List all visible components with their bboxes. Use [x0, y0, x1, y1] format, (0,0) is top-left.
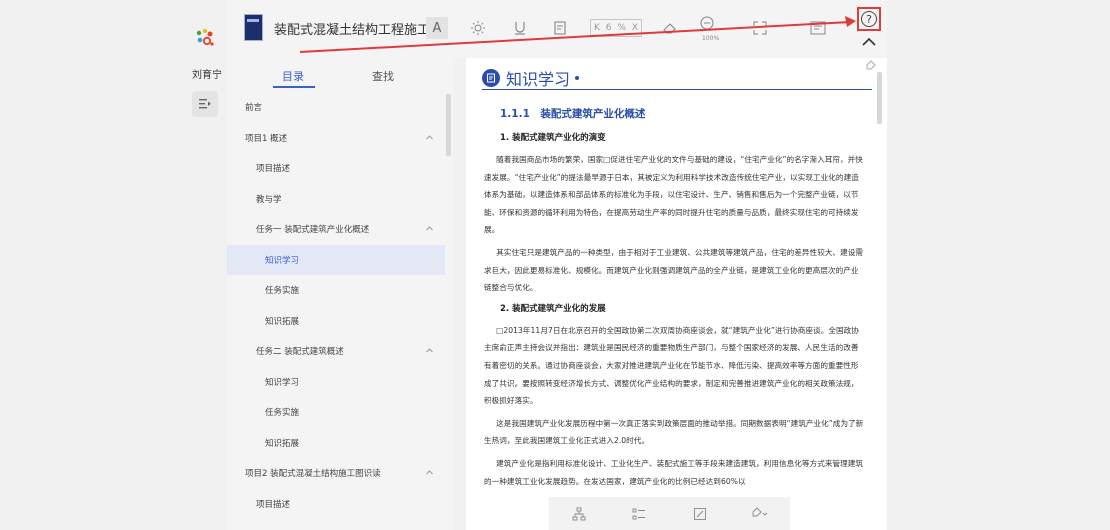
brightness-button[interactable] — [467, 17, 489, 39]
chevron-up-icon[interactable] — [426, 469, 433, 476]
toc-item-label: 任务二 装配式建筑概述 — [256, 347, 344, 358]
toc-item[interactable]: 项目描述 — [227, 153, 445, 184]
mindmap-icon — [572, 507, 586, 520]
help-button[interactable]: ? — [857, 7, 881, 31]
toc-list: 前言 项目1 概述 项目描述 教与学 任务一 装配式建筑产业化概述 知识学习 任务实施 知识拓… — [227, 92, 445, 519]
toc-item-label: 项目描述 — [256, 499, 291, 510]
article: 1.1.1 装配式建筑产业化概述 1. 装配式建筑产业化的演变 随着我国商品市场… — [484, 102, 864, 495]
page-percent: % — [617, 23, 626, 33]
banner-rule — [482, 89, 872, 90]
toc-item-label: 项目1 概述 — [245, 133, 288, 144]
toc-item-label: 教与学 — [256, 194, 282, 205]
toc-tabs: 目录 查找 — [227, 58, 453, 92]
username: 刘育宁 — [192, 70, 222, 81]
chevron-up-icon[interactable] — [426, 347, 433, 354]
toc-item-label: 任务实施 — [265, 408, 300, 419]
toc-item[interactable]: 知识拓展 — [227, 428, 445, 459]
toc-item-label: 任务实施 — [265, 286, 300, 297]
tag-icon — [752, 506, 768, 516]
paragraph: 这是我国建筑产业化发展历程中第一次真正落实到政策层面的推动举措。同期数据表明“建… — [484, 418, 864, 446]
toc-item[interactable]: 项目1 概述 — [227, 123, 445, 154]
fullscreen-icon — [753, 21, 767, 35]
paragraph: 随着我国商品市场的繁荣，国家□促进住宅产业化的文件与基础的建设，“住宅产业化”的… — [484, 155, 863, 235]
top-toolbar: 装配式混凝土结构工程施工 A K 6 % X 100% — [227, 0, 887, 58]
toc-item-label: 知识学习 — [265, 255, 300, 266]
reading-pane: 知识学习 1.1.1 装配式建筑产业化概述 1. 装配式建筑产业化的演变 随着我… — [466, 58, 887, 530]
help-icon: ? — [861, 11, 877, 27]
toc-scrollbar[interactable] — [446, 94, 451, 156]
underline-button[interactable] — [509, 17, 531, 39]
toc-item[interactable]: 任务实施 — [227, 397, 445, 428]
mindmap-button[interactable] — [570, 505, 588, 523]
toc-item-label: 前言 — [245, 103, 263, 114]
toc-item[interactable]: 知识学习 — [227, 244, 445, 275]
toc-item[interactable]: 任务二 装配式建筑概述 — [227, 336, 445, 367]
brightness-icon — [471, 21, 485, 35]
edit-note-button[interactable] — [691, 505, 709, 523]
prev-page-icon[interactable]: K — [594, 23, 600, 33]
chevron-up-icon — [862, 37, 876, 46]
toc-item-label: 项目描述 — [256, 164, 291, 175]
content-scrollbar[interactable] — [877, 72, 882, 124]
note-button[interactable] — [549, 17, 571, 39]
collapse-toolbar-button[interactable] — [860, 34, 878, 48]
zoom-label: 100% — [702, 35, 720, 42]
subsection-heading: 1. 装配式建筑产业化的演变 — [500, 133, 606, 143]
toc-item[interactable]: 任务实施 — [227, 275, 445, 306]
paragraph: 建筑产业化是指利用标准化设计、工业化生产、装配式施工等手段来建造建筑，利用信息化… — [484, 458, 864, 486]
paragraph: □2013年11月7日在北京召开的全国政协第二次双周协商座谈会，就“建筑产业化”… — [484, 325, 859, 406]
toc-list-icon — [199, 99, 211, 109]
bottom-toolbar — [549, 497, 790, 530]
toc-toggle-button[interactable] — [192, 91, 218, 117]
zoom-button[interactable] — [696, 12, 718, 34]
reader-icon — [810, 21, 826, 35]
font-label: A — [432, 20, 442, 36]
toc-item-label: 知识学习 — [265, 377, 300, 388]
tab-contents[interactable]: 目录 — [282, 68, 304, 84]
zoom-icon — [700, 16, 714, 30]
edit-note-icon — [693, 507, 706, 520]
toc-item[interactable]: 知识拓展 — [227, 306, 445, 337]
page-nav-box[interactable]: K 6 % X — [590, 19, 642, 37]
fullscreen-button[interactable] — [749, 17, 771, 39]
eraser-icon — [663, 23, 676, 34]
reader-button[interactable] — [807, 17, 829, 39]
tab-search[interactable]: 查找 — [372, 68, 394, 84]
toc-item[interactable]: 前言 — [227, 92, 445, 123]
subsection-heading: 2. 装配式建筑产业化的发展 — [500, 303, 606, 314]
tag-button[interactable] — [751, 505, 769, 523]
toc-item[interactable]: 项目2 装配式混凝土结构施工图识读 — [227, 458, 445, 489]
toc-item-label: 任务一 装配式建筑产业化概述 — [256, 225, 370, 236]
toc-item[interactable]: 任务一 装配式建筑产业化概述 — [227, 214, 445, 245]
toc-item[interactable]: 项目描述 — [227, 489, 445, 520]
book-cover[interactable] — [244, 14, 263, 41]
page-input[interactable]: 6 — [606, 23, 612, 33]
section-heading: 1.1.1 装配式建筑产业化概述 — [500, 108, 646, 120]
toc-item-label: 知识拓展 — [265, 316, 300, 327]
active-tab-underline — [273, 86, 315, 88]
note-icon — [554, 21, 566, 35]
banner-title: 知识学习 — [506, 70, 571, 89]
underline-icon — [515, 22, 525, 35]
study-icon — [482, 69, 500, 87]
toc-item-label: 项目2 装配式混凝土结构施工图识读 — [245, 469, 381, 480]
next-page-icon[interactable]: X — [632, 23, 638, 33]
chevron-up-icon[interactable] — [426, 134, 433, 141]
paragraph: 其实住宅只是建筑产品的一种类型，由于相对于工业建筑、公共建筑等建筑产品，住宅的差… — [484, 247, 864, 293]
book-title: 装配式混凝土结构工程施工 — [274, 23, 431, 38]
toc-item-label: 知识拓展 — [265, 438, 300, 449]
font-button[interactable]: A — [426, 17, 448, 39]
eraser-button[interactable] — [659, 17, 681, 39]
banner-dot — [575, 76, 580, 80]
outline-button[interactable] — [630, 505, 648, 523]
bookmark-tag-icon[interactable] — [865, 60, 876, 71]
app-logo-icon — [196, 29, 214, 46]
toc-panel: 目录 查找 前言 项目1 概述 项目描述 教与学 任务一 装配式建筑产业化概述 知识学习任… — [227, 58, 453, 530]
chevron-up-icon[interactable] — [426, 225, 433, 232]
toc-item[interactable]: 教与学 — [227, 184, 445, 215]
left-rail: 刘育宁 — [0, 0, 227, 530]
toc-item[interactable]: 知识学习 — [227, 367, 445, 398]
section-banner: 知识学习 — [482, 67, 580, 89]
list-icon — [632, 508, 646, 519]
